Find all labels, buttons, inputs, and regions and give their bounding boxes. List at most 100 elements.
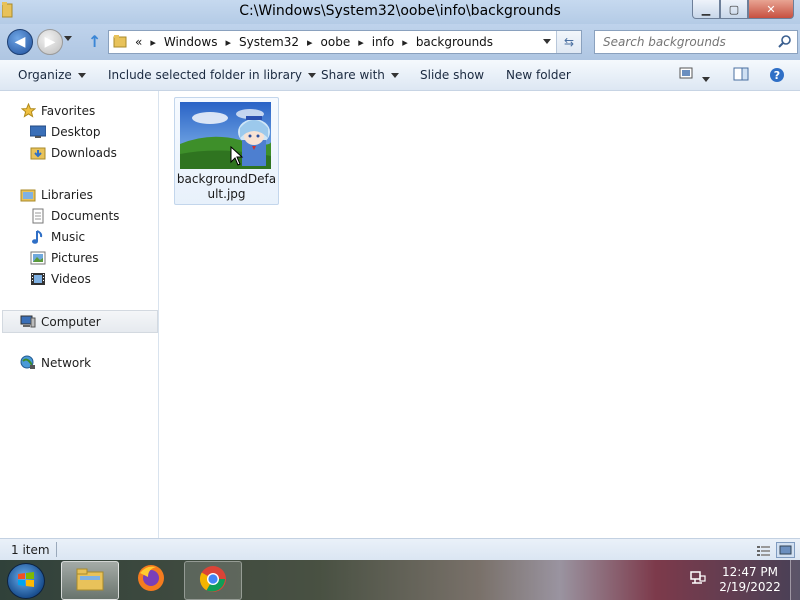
image-thumbnail <box>180 102 271 169</box>
include-in-library-menu[interactable]: Include selected folder in library <box>108 68 316 82</box>
command-bar: Organize Include selected folder in libr… <box>0 60 800 91</box>
chevron-down-icon <box>77 73 86 78</box>
breadcrumb-separator[interactable]: ▸ <box>402 36 408 49</box>
view-icon <box>679 67 693 82</box>
slide-show-button[interactable]: Slide show <box>420 68 484 82</box>
breadcrumb-separator[interactable]: ▸ <box>358 36 364 49</box>
star-icon <box>20 103 36 119</box>
nav-item-desktop[interactable]: Desktop <box>30 121 101 142</box>
help-button[interactable]: ? <box>769 67 785 86</box>
refresh-button[interactable]: ⇆ <box>556 31 581 53</box>
nav-item-pictures[interactable]: Pictures <box>30 247 99 268</box>
taskbar-firefox-button[interactable] <box>123 561 179 598</box>
search-input[interactable] <box>601 31 775 53</box>
nav-item-label: Music <box>51 229 86 244</box>
clock-date: 2/19/2022 <box>719 580 781 594</box>
breadcrumb-overflow[interactable]: « <box>135 35 142 49</box>
explorer-folder-icon <box>75 566 105 595</box>
share-with-menu[interactable]: Share with <box>321 68 399 82</box>
breadcrumb-separator[interactable]: ▸ <box>150 36 156 49</box>
address-bar[interactable]: « ▸ Windows ▸ System32 ▸ oobe ▸ info ▸ b… <box>108 30 582 54</box>
nav-item-music[interactable]: Music <box>30 226 85 247</box>
desktop-icon <box>30 124 46 140</box>
nav-computer[interactable]: Computer <box>2 310 158 333</box>
item-count: 1 item <box>11 543 50 557</box>
status-divider <box>56 542 57 557</box>
breadcrumb-item-system32[interactable]: System32 <box>239 35 299 49</box>
nav-item-downloads[interactable]: Downloads <box>30 142 117 163</box>
address-dropdown[interactable] <box>543 39 551 44</box>
libraries-icon <box>20 187 36 203</box>
large-icons-view-button[interactable] <box>776 542 795 558</box>
breadcrumb-separator[interactable]: ▸ <box>307 36 313 49</box>
windows-logo-icon <box>16 570 36 593</box>
share-with-label: Share with <box>321 68 385 82</box>
chevron-down-icon <box>702 77 710 82</box>
preview-pane-button[interactable] <box>733 67 749 84</box>
arrow-up-icon: ↑ <box>88 32 102 51</box>
organize-label: Organize <box>18 68 72 82</box>
show-desktop-button[interactable] <box>790 560 800 600</box>
nav-network[interactable]: Network <box>20 352 91 373</box>
title-bar[interactable]: C:\Windows\System32\oobe\info\background… <box>0 0 800 24</box>
status-bar: 1 item <box>0 538 800 561</box>
organize-menu[interactable]: Organize <box>18 68 86 82</box>
videos-icon <box>30 271 46 287</box>
details-view-button[interactable] <box>754 542 773 558</box>
folder-icon <box>113 34 127 51</box>
breadcrumb-item-backgrounds[interactable]: backgrounds <box>416 35 493 49</box>
computer-icon <box>20 314 36 330</box>
chevron-down-icon <box>307 73 316 78</box>
nav-item-label: Pictures <box>51 250 99 265</box>
nav-item-videos[interactable]: Videos <box>30 268 91 289</box>
pictures-icon <box>30 250 46 266</box>
mouse-cursor-icon <box>230 145 244 169</box>
taskbar-chrome-button[interactable] <box>184 561 242 600</box>
change-view-button[interactable] <box>679 67 693 82</box>
close-icon: ✕ <box>766 2 776 16</box>
nav-item-documents[interactable]: Documents <box>30 205 119 226</box>
firefox-icon <box>136 563 166 596</box>
network-icon <box>20 355 36 371</box>
nav-item-label: Videos <box>51 271 91 286</box>
clock-time: 12:47 PM <box>722 565 778 579</box>
network-tray-icon[interactable] <box>690 570 706 589</box>
nav-favorites[interactable]: Favorites <box>20 100 95 121</box>
taskbar-clock[interactable]: 12:47 PM 2/19/2022 <box>716 565 784 595</box>
include-in-library-label: Include selected folder in library <box>108 68 302 82</box>
back-button[interactable]: ◀ <box>7 29 33 55</box>
close-button[interactable]: ✕ <box>748 0 794 19</box>
nav-item-label: Desktop <box>51 124 101 139</box>
taskbar-explorer-button[interactable] <box>61 561 119 600</box>
nav-network-label: Network <box>41 355 92 370</box>
breadcrumb-item-info[interactable]: info <box>372 35 395 49</box>
large-icons-view-icon <box>777 545 794 560</box>
up-button[interactable]: ↑ <box>88 32 101 51</box>
search-box[interactable] <box>594 30 798 54</box>
window-title: C:\Windows\System32\oobe\info\background… <box>239 3 561 19</box>
nav-libraries[interactable]: Libraries <box>20 184 93 205</box>
svg-text:?: ? <box>774 69 780 82</box>
forward-button[interactable]: ▶ <box>37 29 63 55</box>
breadcrumb-separator[interactable]: ▸ <box>225 36 231 49</box>
arrow-right-icon: ▶ <box>44 34 56 50</box>
nav-item-label: Downloads <box>51 145 117 160</box>
downloads-folder-icon <box>30 145 46 161</box>
view-options-dropdown[interactable] <box>702 72 710 86</box>
new-folder-button[interactable]: New folder <box>506 68 571 82</box>
details-view-icon <box>755 546 772 560</box>
file-item[interactable]: backgroundDefault.jpg <box>174 97 279 205</box>
start-button[interactable] <box>7 563 45 599</box>
search-icon[interactable] <box>778 34 792 51</box>
nav-favorites-label: Favorites <box>41 103 96 118</box>
breadcrumb-item-windows[interactable]: Windows <box>164 35 218 49</box>
address-row: ◀ ▶ ↑ « ▸ Windows ▸ System32 ▸ oobe ▸ in… <box>0 24 800 60</box>
minimize-button[interactable]: ▁ <box>692 0 720 19</box>
file-list[interactable]: backgroundDefault.jpg <box>159 91 800 538</box>
recent-pages-dropdown[interactable] <box>64 36 72 41</box>
chevron-down-icon <box>390 73 399 78</box>
breadcrumb-item-oobe[interactable]: oobe <box>321 35 351 49</box>
maximize-button[interactable]: ▢ <box>720 0 748 19</box>
documents-icon <box>30 208 46 224</box>
nav-item-label: Documents <box>51 208 120 223</box>
